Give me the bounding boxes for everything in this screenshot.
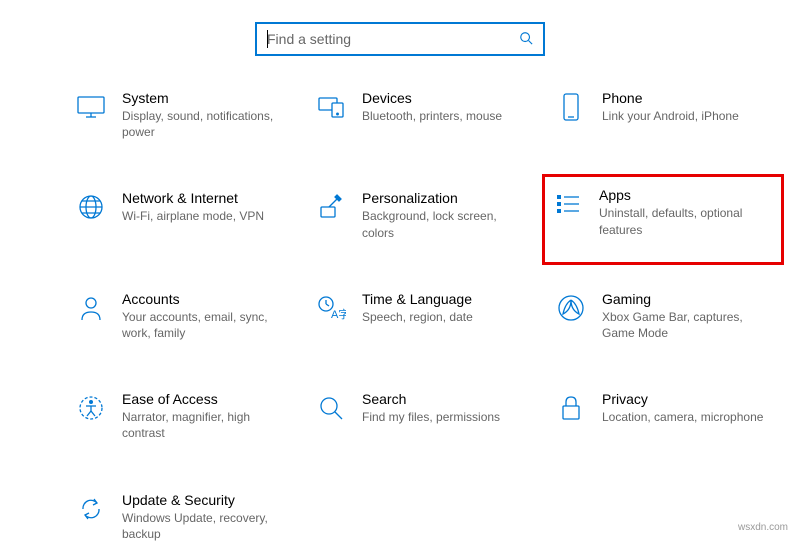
tile-text: Personalization Background, lock screen,… <box>362 190 530 240</box>
settings-grid: System Display, sound, notifications, po… <box>0 84 800 548</box>
search-input[interactable] <box>267 31 519 47</box>
globe-icon <box>74 190 108 224</box>
tile-desc: Wi-Fi, airplane mode, VPN <box>122 208 264 224</box>
paint-icon <box>314 190 348 224</box>
tile-text: Ease of Access Narrator, magnifier, high… <box>122 391 290 441</box>
tile-personalization[interactable]: Personalization Background, lock screen,… <box>308 184 538 246</box>
tile-text: Privacy Location, camera, microphone <box>602 391 763 425</box>
tile-title: Apps <box>599 187 775 203</box>
tile-title: Phone <box>602 90 739 106</box>
system-icon <box>74 90 108 124</box>
tile-title: System <box>122 90 290 106</box>
tile-desc: Find my files, permissions <box>362 409 500 425</box>
apps-icon <box>551 187 585 221</box>
tile-privacy[interactable]: Privacy Location, camera, microphone <box>548 385 778 447</box>
tile-text: Gaming Xbox Game Bar, captures, Game Mod… <box>602 291 770 341</box>
tile-text: Network & Internet Wi-Fi, airplane mode,… <box>122 190 264 224</box>
tile-system[interactable]: System Display, sound, notifications, po… <box>68 84 298 146</box>
lock-icon <box>554 391 588 425</box>
gaming-icon <box>554 291 588 325</box>
time-language-icon: A字 <box>314 291 348 325</box>
person-icon <box>74 291 108 325</box>
tile-desc: Background, lock screen, colors <box>362 208 530 240</box>
tile-desc: Link your Android, iPhone <box>602 108 739 124</box>
tile-title: Privacy <box>602 391 763 407</box>
tile-ease-of-access[interactable]: Ease of Access Narrator, magnifier, high… <box>68 385 298 447</box>
tile-title: Accounts <box>122 291 290 307</box>
sync-icon <box>74 492 108 526</box>
search-icon <box>519 31 533 48</box>
tile-text: Accounts Your accounts, email, sync, wor… <box>122 291 290 341</box>
tile-apps[interactable]: Apps Uninstall, defaults, optional featu… <box>542 174 784 264</box>
tile-time-language[interactable]: A字 Time & Language Speech, region, date <box>308 285 538 347</box>
search-container <box>0 0 800 84</box>
tile-desc: Narrator, magnifier, high contrast <box>122 409 290 441</box>
tile-text: System Display, sound, notifications, po… <box>122 90 290 140</box>
tile-desc: Xbox Game Bar, captures, Game Mode <box>602 309 770 341</box>
tile-title: Update & Security <box>122 492 290 508</box>
tile-text: Apps Uninstall, defaults, optional featu… <box>599 187 775 237</box>
tile-text: Search Find my files, permissions <box>362 391 500 425</box>
svg-text:A字: A字 <box>331 307 346 321</box>
tile-title: Ease of Access <box>122 391 290 407</box>
tile-phone[interactable]: Phone Link your Android, iPhone <box>548 84 778 146</box>
tile-network[interactable]: Network & Internet Wi-Fi, airplane mode,… <box>68 184 298 246</box>
tile-update-security[interactable]: Update & Security Windows Update, recove… <box>68 486 298 548</box>
ease-of-access-icon <box>74 391 108 425</box>
tile-gaming[interactable]: Gaming Xbox Game Bar, captures, Game Mod… <box>548 285 778 347</box>
tile-devices[interactable]: Devices Bluetooth, printers, mouse <box>308 84 538 146</box>
tile-desc: Location, camera, microphone <box>602 409 763 425</box>
watermark: wsxdn.com <box>738 522 788 533</box>
tile-desc: Uninstall, defaults, optional features <box>599 205 775 237</box>
tile-text: Time & Language Speech, region, date <box>362 291 473 325</box>
tile-desc: Bluetooth, printers, mouse <box>362 108 502 124</box>
tile-title: Personalization <box>362 190 530 206</box>
text-cursor <box>267 30 268 48</box>
tile-desc: Your accounts, email, sync, work, family <box>122 309 290 341</box>
search-box[interactable] <box>255 22 545 56</box>
devices-icon <box>314 90 348 124</box>
tile-title: Devices <box>362 90 502 106</box>
tile-text: Phone Link your Android, iPhone <box>602 90 739 124</box>
tile-title: Search <box>362 391 500 407</box>
search-tile-icon <box>314 391 348 425</box>
tile-text: Update & Security Windows Update, recove… <box>122 492 290 542</box>
tile-text: Devices Bluetooth, printers, mouse <box>362 90 502 124</box>
phone-icon <box>554 90 588 124</box>
tile-search[interactable]: Search Find my files, permissions <box>308 385 538 447</box>
tile-desc: Windows Update, recovery, backup <box>122 510 290 542</box>
tile-desc: Display, sound, notifications, power <box>122 108 290 140</box>
tile-desc: Speech, region, date <box>362 309 473 325</box>
tile-title: Network & Internet <box>122 190 264 206</box>
tile-title: Time & Language <box>362 291 473 307</box>
tile-title: Gaming <box>602 291 770 307</box>
tile-accounts[interactable]: Accounts Your accounts, email, sync, wor… <box>68 285 298 347</box>
